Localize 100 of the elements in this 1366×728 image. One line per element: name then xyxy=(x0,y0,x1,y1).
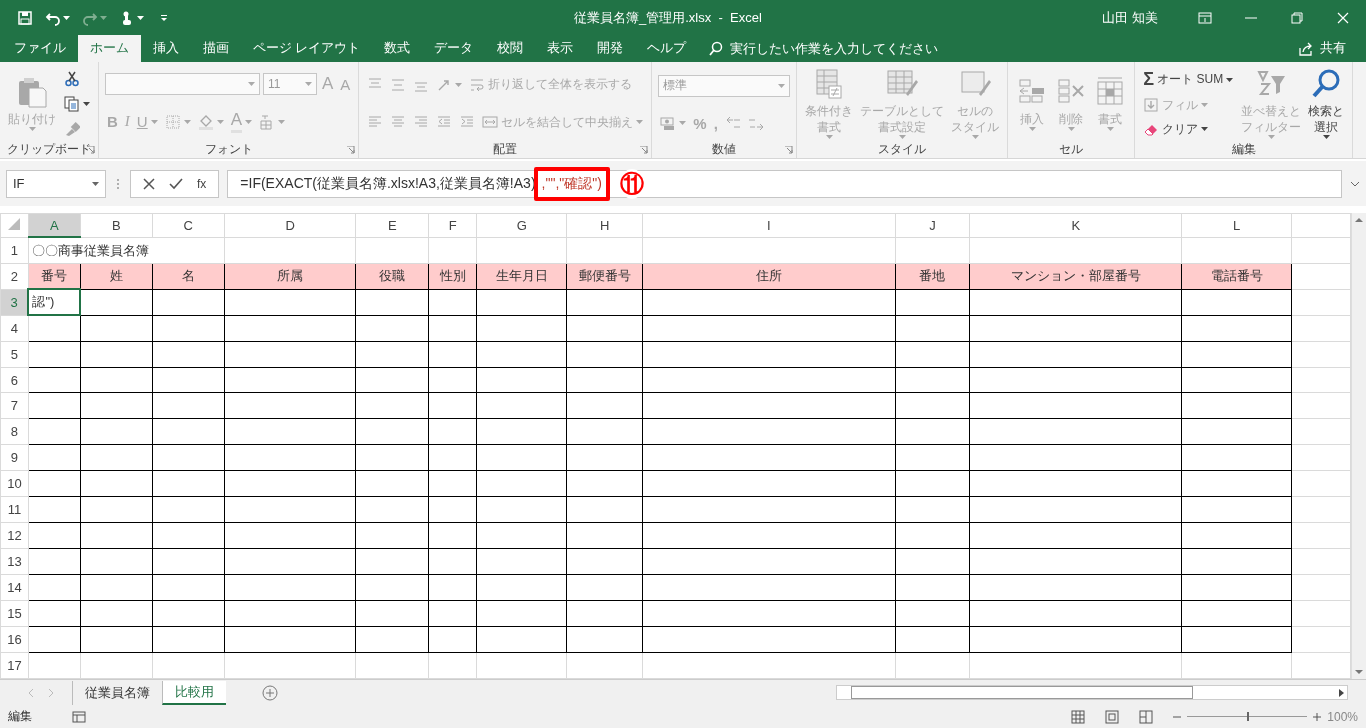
column-header[interactable]: G xyxy=(476,213,567,238)
column-header[interactable]: J xyxy=(895,213,970,238)
copy-button[interactable] xyxy=(62,94,92,113)
table-cell xyxy=(28,341,81,368)
row-header[interactable]: 10 xyxy=(0,470,29,497)
tell-me-field[interactable]: 実行したい作業を入力してください xyxy=(730,41,991,56)
row-header[interactable]: 4 xyxy=(0,315,29,342)
caret-icon xyxy=(1267,135,1275,139)
zoom-in-icon[interactable] xyxy=(1313,712,1322,721)
ribbon-tab[interactable]: 描画 xyxy=(191,35,241,62)
normal-view-icon[interactable] xyxy=(1071,709,1086,724)
align-middle-icon xyxy=(390,76,407,93)
currency-icon xyxy=(660,115,677,131)
expand-icon[interactable] xyxy=(1350,180,1360,187)
table-header-cell: 名 xyxy=(152,263,225,290)
ribbon-tab[interactable]: 校閲 xyxy=(485,35,536,62)
group-label: セル xyxy=(1059,141,1084,158)
macro-record-icon[interactable] xyxy=(72,710,86,723)
row-header[interactable]: 12 xyxy=(0,522,29,549)
add-sheet-icon[interactable] xyxy=(262,684,278,701)
autosum-button[interactable]: Σ オート SUM xyxy=(1141,68,1236,92)
column-header[interactable]: B xyxy=(80,213,153,238)
column-header[interactable]: E xyxy=(355,213,429,238)
previous-sheet-icon[interactable] xyxy=(28,688,34,697)
ribbon-tab[interactable]: ホーム xyxy=(78,35,141,62)
cancel-button[interactable] xyxy=(143,177,155,190)
table-cell xyxy=(28,600,81,627)
name-box[interactable]: IF xyxy=(6,169,106,198)
caret-icon xyxy=(150,119,158,124)
row-header[interactable]: 17 xyxy=(0,652,29,679)
ribbon-tab[interactable]: 挿入 xyxy=(141,35,191,62)
table-cell xyxy=(28,393,81,419)
row-header[interactable]: 2 xyxy=(0,263,29,290)
table-cell xyxy=(428,626,477,653)
caret-icon xyxy=(245,119,253,124)
horizontal-scrollbar[interactable] xyxy=(836,685,1348,700)
enter-button[interactable] xyxy=(169,177,183,190)
group-label: 編集 xyxy=(1231,141,1256,158)
row-header[interactable]: 8 xyxy=(0,418,29,445)
column-header[interactable]: H xyxy=(566,213,643,238)
row-header[interactable]: 7 xyxy=(0,393,29,419)
column-header[interactable]: F xyxy=(428,213,477,238)
column-header[interactable]: L xyxy=(1181,213,1292,238)
caret-icon xyxy=(679,121,687,125)
column-header[interactable]: C xyxy=(152,213,225,238)
vertical-scrollbar[interactable] xyxy=(1351,213,1366,679)
caret-icon xyxy=(28,127,36,131)
table-cell xyxy=(28,470,81,497)
eraser-button[interactable]: クリア xyxy=(1141,119,1211,139)
row-header[interactable]: 16 xyxy=(0,626,29,653)
share-button[interactable]: 共有 xyxy=(1292,35,1352,62)
ribbon-tab[interactable]: 数式 xyxy=(372,35,423,62)
ribbon-tab[interactable]: データ xyxy=(422,35,486,62)
dialog-launcher-icon[interactable] xyxy=(640,146,649,154)
column-header[interactable]: K xyxy=(969,213,1182,238)
caret-icon xyxy=(825,135,833,139)
row-header[interactable]: 14 xyxy=(0,574,29,601)
ribbon-tab[interactable]: ヘルプ xyxy=(635,35,699,62)
row-header[interactable]: 13 xyxy=(0,548,29,575)
row-header[interactable]: 5 xyxy=(0,341,29,368)
table-header-cell: 役職 xyxy=(355,263,429,290)
fill-down-icon xyxy=(1143,97,1160,114)
search-button[interactable]: 検索と 選択 xyxy=(1306,68,1347,139)
table-cell xyxy=(28,496,81,523)
clipboard-icon xyxy=(16,76,48,108)
table-cell xyxy=(428,341,477,368)
table-cell xyxy=(28,626,81,653)
table-cell xyxy=(428,548,477,575)
ribbon-tab[interactable]: ページ レイアウト xyxy=(241,35,373,62)
row-header[interactable]: 9 xyxy=(0,444,29,471)
row-header[interactable]: 6 xyxy=(0,367,29,393)
row-header[interactable]: 3 xyxy=(0,289,29,316)
ribbon-tab[interactable]: 表示 xyxy=(535,35,586,62)
next-sheet-icon[interactable] xyxy=(48,688,54,697)
dialog-launcher-icon[interactable] xyxy=(347,146,356,154)
column-header[interactable]: A xyxy=(28,213,81,238)
borders-icon xyxy=(164,113,181,130)
table-cell xyxy=(428,444,477,471)
row-header[interactable]: 1 xyxy=(0,237,29,264)
caret-icon xyxy=(1067,127,1075,131)
page-layout-icon[interactable] xyxy=(1105,709,1120,724)
table-cell xyxy=(428,418,477,445)
table-header-cell: 住所 xyxy=(642,263,896,290)
insert-function-button[interactable]: fx xyxy=(197,176,207,191)
caret-icon xyxy=(100,15,107,20)
select-all-icon[interactable] xyxy=(8,217,21,230)
page-break-icon[interactable] xyxy=(1139,709,1154,724)
scissors-button[interactable] xyxy=(62,69,82,88)
caret-icon xyxy=(63,15,70,20)
ribbon-tab[interactable]: ファイル xyxy=(2,35,78,62)
sheet-tab[interactable]: 比較用 xyxy=(162,680,226,705)
column-header[interactable]: D xyxy=(224,213,356,238)
formula-field[interactable]: =IF(EXACT(従業員名簿.xlsx!A3,従業員名簿!A3) ,"","確認") ⑪ xyxy=(227,169,1342,198)
row-header[interactable]: 15 xyxy=(0,600,29,627)
caret-icon xyxy=(455,82,463,87)
column-header[interactable]: I xyxy=(642,213,896,238)
dialog-launcher-icon[interactable] xyxy=(785,146,794,154)
ribbon-tab[interactable]: 開発 xyxy=(585,35,636,62)
table-cell xyxy=(428,289,477,316)
row-header[interactable]: 11 xyxy=(0,496,29,523)
